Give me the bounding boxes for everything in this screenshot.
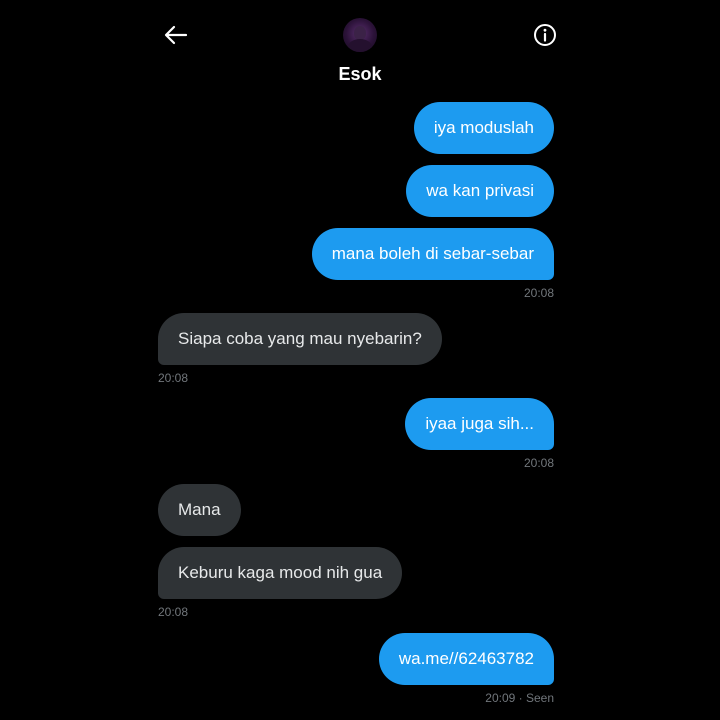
message-bubble-outgoing[interactable]: wa.me//62463782 <box>378 633 554 685</box>
message-bubble-outgoing[interactable]: wa kan privasi <box>406 165 554 217</box>
info-button[interactable] <box>532 22 558 48</box>
message-timestamp: 20:08 <box>158 371 189 385</box>
message-text: Keburu kaga mood nih gua <box>178 563 383 582</box>
message-bubble-incoming[interactable]: Mana <box>158 484 241 536</box>
message-bubble-outgoing[interactable]: iyaa juga sih... <box>405 398 554 450</box>
arrow-left-icon <box>164 25 188 45</box>
message-text: Mana <box>178 500 221 519</box>
avatar-face <box>354 26 366 40</box>
message-text: iyaa juga sih... <box>425 414 534 433</box>
dm-conversation-screen: Esok iya moduslah wa kan privasi mana bo… <box>0 0 720 720</box>
info-circle-icon <box>534 24 556 46</box>
message-timestamp-seen: 20:09 · Seen <box>485 691 554 705</box>
message-timestamp: 20:08 <box>523 456 554 470</box>
message-link[interactable]: wa.me//62463782 <box>399 649 534 669</box>
message-text: wa kan privasi <box>426 181 534 200</box>
message-text: Siapa coba yang mau nyebarin? <box>178 329 422 348</box>
message-bubble-incoming[interactable]: Keburu kaga mood nih gua <box>158 547 403 599</box>
message-bubble-incoming[interactable]: Siapa coba yang mau nyebarin? <box>158 313 442 365</box>
message-text: mana boleh di sebar-sebar <box>331 244 534 263</box>
avatar[interactable] <box>343 18 377 52</box>
back-button[interactable] <box>162 22 190 48</box>
message-bubble-outgoing[interactable]: iya moduslah <box>413 102 554 154</box>
avatar-body <box>348 39 372 52</box>
message-timestamp: 20:08 <box>158 605 189 619</box>
message-text: iya moduslah <box>433 118 534 137</box>
contact-name[interactable]: Esok <box>0 64 720 85</box>
message-bubble-outgoing[interactable]: mana boleh di sebar-sebar <box>311 228 554 280</box>
message-timestamp: 20:08 <box>523 286 554 300</box>
